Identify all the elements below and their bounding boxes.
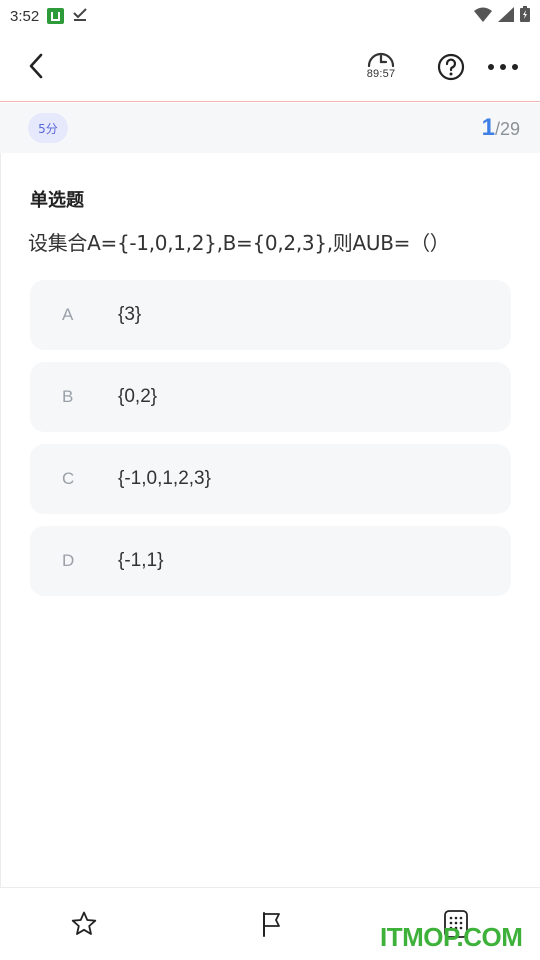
app-notification-icon — [47, 8, 65, 24]
option-letter: D — [62, 551, 75, 570]
option-text: {-1,0,1,2,3} — [118, 468, 211, 489]
help-button[interactable] — [436, 52, 466, 82]
progress-current: 1 — [481, 114, 495, 141]
option-a[interactable]: A {3} — [30, 280, 511, 350]
status-bar: 3:52 — [0, 0, 540, 32]
favorite-button[interactable] — [68, 908, 100, 940]
more-button[interactable] — [486, 54, 520, 80]
mark-button[interactable] — [255, 908, 287, 940]
content-divider — [0, 153, 1, 887]
progress-total: /29 — [494, 119, 520, 139]
timer-icon — [367, 52, 395, 67]
score-badge: 5分 — [28, 113, 68, 143]
top-bar: 89:57 — [0, 32, 540, 102]
option-text: {-1,1} — [118, 550, 164, 571]
score-row: 5分 1 /29 — [0, 103, 540, 153]
more-icon — [488, 64, 518, 70]
download-done-icon — [72, 6, 88, 26]
timer-button[interactable]: 89:57 — [360, 50, 402, 90]
option-letter: B — [62, 387, 74, 406]
option-d[interactable]: D {-1,1} — [30, 526, 511, 596]
question-text: 设集合A={-1,0,1,2},B={0,2,3},则AUB=（） — [28, 231, 450, 255]
status-time: 3:52 — [10, 7, 40, 25]
battery-icon — [520, 6, 530, 26]
signal-icon — [498, 6, 514, 26]
option-letter: A — [62, 305, 74, 324]
flag-icon — [263, 912, 280, 937]
option-c[interactable]: C {-1,0,1,2,3} — [30, 444, 511, 514]
option-letter: C — [62, 469, 75, 488]
back-icon — [29, 53, 43, 79]
status-left: 3:52 — [10, 6, 88, 26]
option-text: {0,2} — [118, 386, 158, 407]
status-right — [474, 6, 530, 26]
question-progress: 1 /29 — [482, 114, 520, 142]
star-icon — [71, 911, 97, 935]
help-icon — [437, 53, 465, 81]
wifi-icon — [474, 7, 492, 26]
option-b[interactable]: B {0,2} — [30, 362, 511, 432]
watermark: ITMOP.COM — [380, 922, 523, 952]
timer-text: 89:57 — [366, 68, 396, 80]
question-type: 单选题 — [30, 190, 84, 211]
option-text: {3} — [118, 304, 142, 325]
back-button[interactable] — [22, 50, 50, 82]
